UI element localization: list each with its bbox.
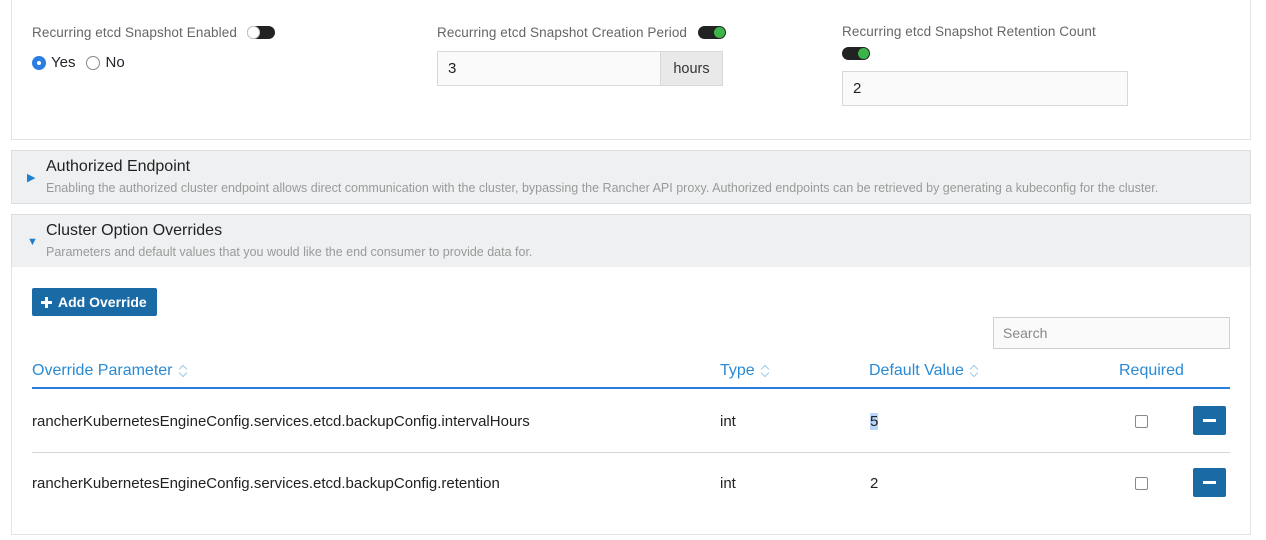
add-override-button[interactable]: Add Override	[32, 288, 157, 316]
default-value-cell[interactable]: 5	[870, 413, 879, 430]
sort-icon	[970, 364, 979, 378]
etcd-snapshot-section: Recurring etcd Snapshot Enabled Yes No R…	[11, 0, 1251, 140]
retention-count-label: Recurring etcd Snapshot Retention Count	[842, 24, 1096, 39]
overrides-table-header: Override Parameter Type Default Value Re…	[32, 359, 1230, 389]
default-value-cell[interactable]: 2	[870, 475, 878, 492]
retention-count-group: Recurring etcd Snapshot Retention Count …	[842, 24, 1128, 106]
override-parameter-cell[interactable]: rancherKubernetesEngineConfig.services.e…	[32, 413, 530, 430]
override-parameter-cell[interactable]: rancherKubernetesEngineConfig.services.e…	[32, 475, 500, 492]
creation-period-label: Recurring etcd Snapshot Creation Period	[437, 25, 688, 40]
authorized-endpoint-accordion[interactable]: ▶ Authorized Endpoint Enabling the autho…	[11, 150, 1251, 204]
retention-count-input[interactable]: 2	[842, 71, 1128, 106]
radio-yes[interactable]	[32, 55, 46, 70]
toggle-knob	[713, 27, 725, 39]
column-header-label: Required	[1119, 362, 1184, 379]
cluster-option-overrides-description: Parameters and default values that you w…	[46, 245, 533, 259]
overrides-panel: Add Override Search Override Parameter T…	[11, 267, 1251, 535]
plus-icon	[41, 296, 52, 308]
radio-no-label[interactable]: No	[105, 54, 124, 71]
column-header-label: Override Parameter	[32, 362, 173, 379]
remove-override-button[interactable]	[1193, 468, 1226, 497]
creation-period-group: Recurring etcd Snapshot Creation Period …	[437, 24, 726, 86]
creation-period-input-group: 3 hours	[437, 51, 726, 86]
sort-icon	[179, 364, 188, 378]
column-header-type[interactable]: Type	[720, 362, 770, 380]
column-header-label: Default Value	[869, 362, 964, 379]
remove-override-button[interactable]	[1193, 406, 1226, 435]
required-checkbox[interactable]	[1135, 415, 1148, 428]
column-header-override-parameter[interactable]: Override Parameter	[32, 362, 188, 380]
creation-period-input[interactable]: 3	[437, 51, 661, 86]
radio-no[interactable]	[86, 55, 101, 70]
authorized-endpoint-description: Enabling the authorized cluster endpoint…	[46, 181, 1159, 195]
snapshot-enabled-label: Recurring etcd Snapshot Enabled	[32, 25, 237, 40]
creation-period-unit: hours	[661, 51, 723, 86]
type-cell[interactable]: int	[720, 475, 736, 492]
radio-yes-label[interactable]: Yes	[51, 54, 75, 71]
toggle-knob	[248, 27, 260, 39]
type-cell[interactable]: int	[720, 413, 736, 430]
authorized-endpoint-title[interactable]: Authorized Endpoint	[46, 158, 190, 176]
retention-count-override-toggle[interactable]	[842, 47, 870, 61]
cluster-option-overrides-title[interactable]: Cluster Option Overrides	[46, 222, 222, 240]
cluster-option-overrides-accordion[interactable]: ▼ Cluster Option Overrides Parameters an…	[11, 214, 1251, 268]
toggle-knob	[858, 48, 869, 60]
creation-period-override-toggle[interactable]	[697, 26, 726, 40]
column-header-default-value[interactable]: Default Value	[869, 362, 979, 380]
add-override-label: Add Override	[58, 294, 147, 310]
snapshot-enabled-group: Recurring etcd Snapshot Enabled Yes No	[32, 24, 276, 71]
search-input[interactable]: Search	[993, 317, 1230, 349]
snapshot-enabled-radio-group: Yes No	[32, 54, 275, 71]
table-row: rancherKubernetesEngineConfig.services.e…	[32, 391, 1230, 453]
required-checkbox[interactable]	[1135, 477, 1148, 490]
snapshot-enabled-override-toggle[interactable]	[247, 26, 276, 40]
table-row: rancherKubernetesEngineConfig.services.e…	[32, 453, 1230, 515]
column-header-label: Type	[720, 362, 755, 379]
column-header-required: Required	[1119, 362, 1184, 380]
sort-icon	[761, 364, 770, 378]
